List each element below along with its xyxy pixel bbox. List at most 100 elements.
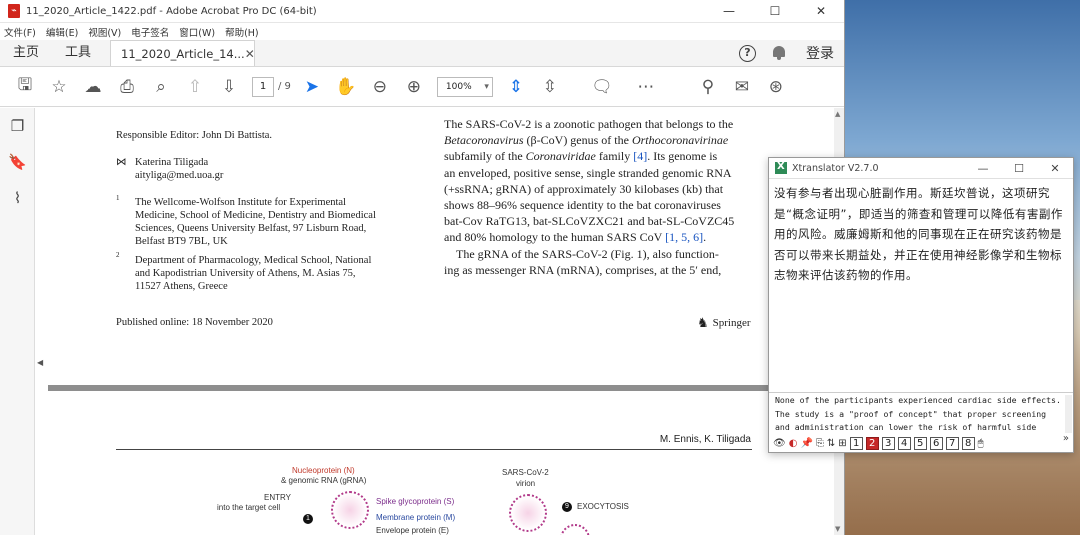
save-icon[interactable]: 🖫: [8, 72, 42, 102]
engine-1-button[interactable]: 1: [849, 436, 863, 450]
xtranslator-title-bar: Xtranslator V2.7.0 — ☐ ✕: [769, 158, 1073, 179]
engine-4-button[interactable]: 4: [897, 436, 911, 450]
source-line: The study is a "proof of concept" that p…: [775, 408, 1047, 419]
scroll-mode-icon[interactable]: ⇳: [533, 72, 567, 102]
scroll-up-icon[interactable]: ▲: [835, 110, 840, 118]
xt-close-button[interactable]: ✕: [1037, 162, 1073, 175]
close-button[interactable]: ✕: [798, 0, 844, 23]
main-toolbar: 🖫 ☆ ☁ ⎙ ⌕ ⇧ ⇩ 1 / 9 ➤ ✋ ⊖ ⊕ 100% ⇕ ⇳ 🗨 ⋯…: [0, 67, 844, 107]
body-line: an enveloped, positive sense, single str…: [444, 165, 732, 180]
maximize-button[interactable]: ☐: [752, 0, 798, 23]
notification-bell-icon[interactable]: [772, 45, 786, 61]
source-line: None of the participants experienced car…: [775, 395, 1061, 405]
tab-document[interactable]: 11_2020_Article_14... ✕: [110, 40, 256, 66]
citation-link[interactable]: [4]: [633, 149, 647, 163]
grid-icon[interactable]: ⊞: [838, 438, 846, 449]
aff1-line: Sciences, Queens University Belfast, 97 …: [135, 223, 367, 234]
xt-minimize-button[interactable]: —: [965, 162, 1001, 175]
body-line: The gRNA of the SARS-CoV-2 (Fig. 1), als…: [456, 246, 719, 261]
citation-link[interactable]: [1, 5, 6]: [665, 230, 703, 244]
acrobat-app-icon: ⌁: [8, 4, 20, 18]
menu-esign[interactable]: 电子签名: [131, 25, 169, 39]
author-email[interactable]: aityliga@med.uoa.gr: [135, 169, 223, 182]
eye-toggle-icon[interactable]: 👁: [773, 438, 786, 449]
menu-help[interactable]: 帮助(H): [225, 25, 259, 39]
mouse-icon[interactable]: 🖱: [978, 438, 984, 449]
page-fit-icon[interactable]: ⇕: [499, 72, 533, 102]
window-title: 11_2020_Article_1422.pdf - Adobe Acrobat…: [26, 5, 317, 17]
toggle-switch-icon[interactable]: ◐: [789, 438, 798, 449]
body-fragment: family: [595, 149, 634, 164]
body-line: The SARS-CoV-2 is a zoonotic pathogen th…: [444, 117, 734, 131]
bookmark-star-icon[interactable]: ☆: [42, 72, 76, 102]
menu-bar: 文件(F) 编辑(E) 视图(V) 电子签名 窗口(W) 帮助(H): [0, 23, 844, 40]
published-date: Published online: 18 November 2020: [116, 317, 273, 328]
previous-page-icon[interactable]: ⇧: [178, 72, 212, 102]
engine-3-button[interactable]: 3: [881, 436, 895, 450]
tab-home[interactable]: 主页: [0, 41, 52, 66]
body-fragment: and 80% homology to the human SARS CoV: [444, 230, 666, 245]
help-icon[interactable]: ?: [739, 44, 756, 62]
more-tools-icon[interactable]: ⋯: [629, 72, 663, 102]
body-line: shows 88–96% sequence identity to the ba…: [444, 198, 721, 213]
bookmarks-icon[interactable]: 🔖: [0, 144, 35, 180]
figure-label-exocytosis: EXOCYTOSIS: [577, 502, 629, 511]
source-text-input[interactable]: None of the participants experienced car…: [775, 394, 1067, 434]
menu-edit[interactable]: 编辑(E): [46, 25, 78, 39]
more-options-icon[interactable]: »: [1063, 433, 1069, 444]
account-icon[interactable]: ⊛: [759, 72, 793, 102]
engine-8-button[interactable]: 8: [961, 436, 975, 450]
email-glyph-icon: ⋈: [116, 157, 127, 168]
collapse-panel-icon[interactable]: ◀: [37, 358, 43, 367]
page-number-input[interactable]: 1: [252, 76, 274, 97]
tab-tools[interactable]: 工具: [52, 41, 104, 66]
upload-cloud-icon[interactable]: ☁: [76, 72, 110, 102]
engine-2-button[interactable]: 2: [865, 436, 879, 450]
hand-tool-icon[interactable]: ✋: [329, 72, 363, 102]
menu-view[interactable]: 视图(V): [88, 25, 121, 39]
pin-icon[interactable]: 📌: [800, 438, 812, 449]
email-icon[interactable]: ✉: [725, 72, 759, 102]
virion-icon: [509, 494, 547, 532]
attachments-icon[interactable]: ⌇: [0, 180, 35, 216]
xtranslator-logo-icon: [775, 161, 787, 174]
aff2-line: 11527 Athens, Greece: [135, 281, 228, 292]
engine-7-button[interactable]: 7: [945, 436, 959, 450]
body-text-column: The SARS-CoV-2 is a zoonotic pathogen th…: [444, 116, 751, 278]
publisher-logo: ♞ Springer: [697, 315, 751, 331]
close-tab-icon[interactable]: ✕: [245, 47, 255, 61]
scroll-down-icon[interactable]: ▼: [835, 525, 840, 533]
engine-6-button[interactable]: 6: [929, 436, 943, 450]
pane-divider[interactable]: [769, 392, 1073, 393]
flip-icon[interactable]: ⇅: [827, 438, 835, 449]
figure-label-grna: & genomic RNA (gRNA): [281, 476, 367, 485]
select-cursor-icon[interactable]: ➤: [295, 72, 329, 102]
body-line: (+ssRNA; gRNA) of approximately 30 kilob…: [444, 181, 724, 196]
subfamily-name: Orthocoronavirinae: [631, 133, 729, 148]
zoom-in-icon[interactable]: ⊕: [397, 72, 431, 102]
sign-in-button[interactable]: 登录: [806, 43, 834, 63]
zoom-out-icon[interactable]: ⊖: [363, 72, 397, 102]
page-thumbnails-icon[interactable]: ❐: [0, 108, 35, 144]
share-link-icon[interactable]: ⚲: [691, 72, 725, 102]
left-navigation-rail: ❐ 🔖 ⌇: [0, 108, 35, 535]
copy-icon[interactable]: ⎘: [816, 438, 824, 449]
body-fragment: (β-CoV) genus of the: [523, 133, 632, 148]
aff1-line: Belfast BT9 7BL, UK: [135, 236, 228, 247]
print-icon[interactable]: ⎙: [110, 72, 144, 102]
responsible-editor: Responsible Editor: John Di Battista.: [116, 130, 273, 141]
menu-file[interactable]: 文件(F): [4, 25, 36, 39]
figure-label-virion-name: SARS-CoV-2: [502, 468, 549, 477]
next-page-icon[interactable]: ⇩: [212, 72, 246, 102]
xtranslator-title: Xtranslator V2.7.0: [792, 162, 879, 174]
search-icon[interactable]: ⌕: [144, 72, 178, 102]
xt-maximize-button[interactable]: ☐: [1001, 162, 1037, 175]
figure-label-spike: Spike glycoprotein (S): [376, 497, 455, 506]
comment-icon[interactable]: 🗨: [585, 72, 619, 102]
minimize-button[interactable]: —: [706, 0, 752, 23]
input-scrollbar[interactable]: [1065, 395, 1072, 433]
menu-window[interactable]: 窗口(W): [179, 25, 215, 39]
zoom-select[interactable]: 100%: [436, 76, 493, 97]
translation-output[interactable]: 没有参与者出现心脏副作用。斯廷坎普说，这项研究是“概念证明”，即适当的筛查和管理…: [774, 183, 1066, 391]
engine-5-button[interactable]: 5: [913, 436, 927, 450]
